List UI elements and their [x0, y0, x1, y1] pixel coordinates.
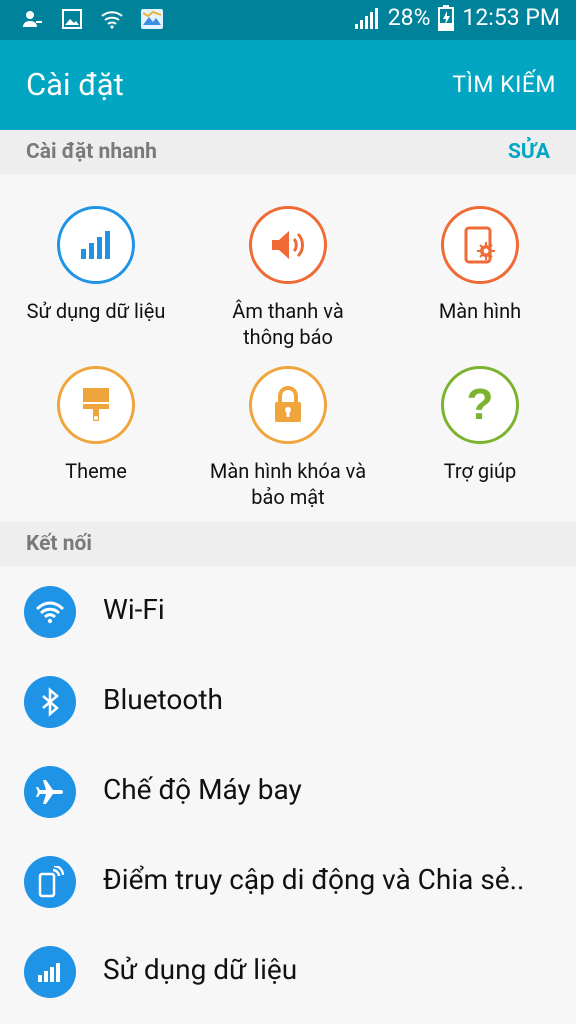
quick-settings-grid: Sử dụng dữ liệu Âm thanh và thông báo Mà…: [0, 174, 576, 522]
list-item-airplane[interactable]: Chế độ Máy bay: [0, 747, 576, 837]
quick-tile-lock-security[interactable]: Màn hình khóa và bảo mật: [192, 366, 384, 510]
bluetooth-icon: [24, 676, 76, 728]
quick-tile-label: Theme: [65, 459, 127, 483]
quick-settings-header: Cài đặt nhanh SỬA: [0, 130, 576, 174]
app-bar: Cài đặt TÌM KIẾM: [0, 40, 576, 130]
list-item-label: Sử dụng dữ liệu: [103, 953, 298, 986]
person-icon: [23, 11, 42, 27]
quick-tile-display[interactable]: Màn hình: [384, 206, 576, 324]
edit-button[interactable]: SỬA: [508, 140, 550, 164]
status-right: 28% 12:53 PM: [354, 4, 560, 31]
quick-settings-title: Cài đặt nhanh: [26, 140, 157, 164]
quick-tile-label: Màn hình: [438, 299, 522, 323]
image-icon: [62, 9, 82, 29]
page-title: Cài đặt: [26, 66, 124, 103]
search-button[interactable]: TÌM KIẾM: [452, 71, 556, 98]
list-item-wifi[interactable]: Wi-Fi: [0, 567, 576, 657]
help-icon: ?: [441, 366, 519, 444]
lock-icon: [249, 366, 327, 444]
signal-icon: [354, 7, 378, 29]
hotspot-icon: [24, 856, 76, 908]
list-item-label: Wi-Fi: [103, 593, 165, 626]
quick-tile-data-usage[interactable]: Sử dụng dữ liệu: [0, 206, 192, 324]
list-item-hotspot[interactable]: Điểm truy cập di động và Chia sẻ..: [0, 837, 576, 927]
status-bar: 28% 12:53 PM: [0, 0, 576, 40]
map-icon: [141, 9, 163, 29]
list-item-data-usage[interactable]: Sử dụng dữ liệu: [0, 927, 576, 1017]
theme-brush-icon: [57, 366, 135, 444]
connections-title: Kết nối: [26, 532, 92, 556]
airplane-icon: [24, 766, 76, 818]
quick-tile-label: Âm thanh và thông báo: [232, 299, 344, 349]
quick-tile-label: Trợ giúp: [443, 459, 517, 483]
clock: 12:53 PM: [462, 4, 560, 31]
wifi-status-icon: [101, 11, 123, 29]
data-usage-icon: [57, 206, 135, 284]
quick-tile-label: Màn hình khóa và bảo mật: [209, 459, 367, 509]
quick-tile-help[interactable]: ? Trợ giúp: [384, 366, 576, 484]
display-icon: [441, 206, 519, 284]
wifi-icon: [24, 586, 76, 638]
data-usage-icon: [24, 946, 76, 998]
status-left: [20, 7, 164, 31]
battery-percent: 28%: [387, 4, 431, 31]
quick-tile-theme[interactable]: Theme: [0, 366, 192, 484]
list-item-label: Điểm truy cập di động và Chia sẻ..: [103, 863, 525, 896]
sound-icon: [249, 206, 327, 284]
list-item-label: Bluetooth: [103, 683, 223, 716]
connections-header: Kết nối: [0, 522, 576, 566]
quick-tile-sound[interactable]: Âm thanh và thông báo: [192, 206, 384, 350]
battery-charging-icon: [438, 4, 455, 31]
list-item-label: Chế độ Máy bay: [103, 773, 302, 806]
quick-tile-label: Sử dụng dữ liệu: [26, 299, 166, 323]
list-item-bluetooth[interactable]: Bluetooth: [0, 657, 576, 747]
